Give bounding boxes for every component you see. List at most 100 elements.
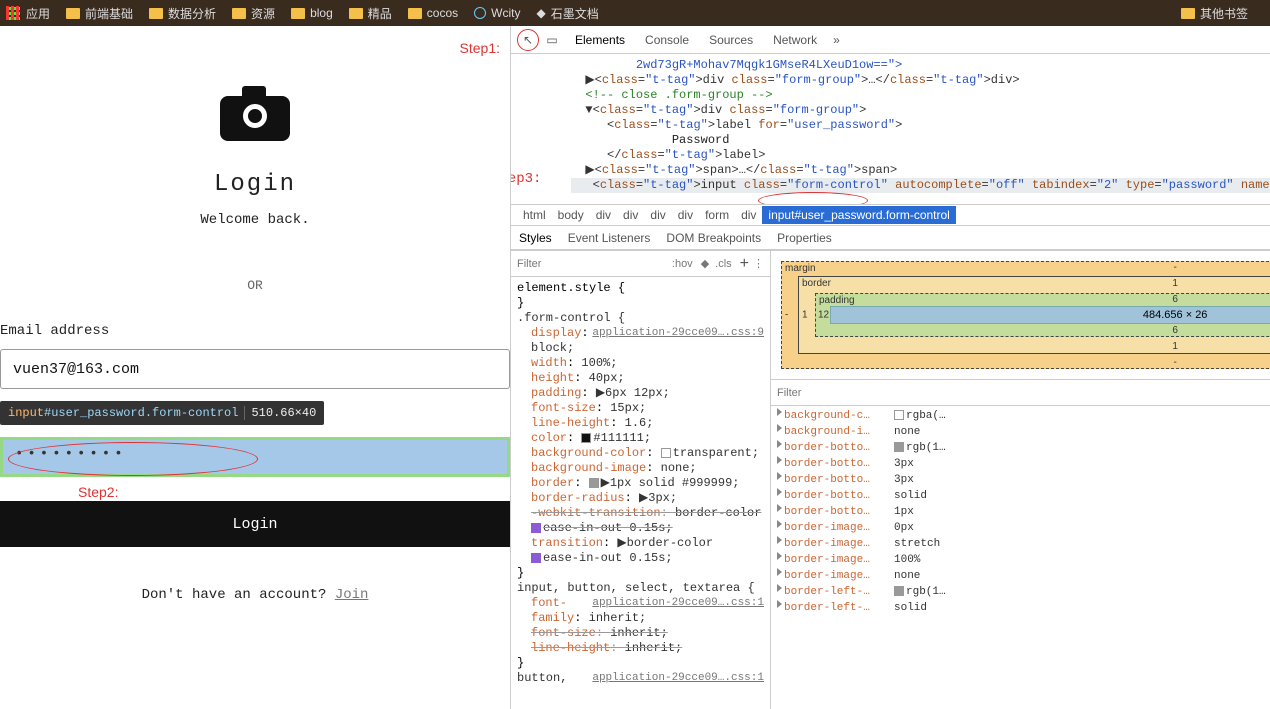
dom-node[interactable]: ▶<class="t-tag">span>…</class="t-tag">sp… <box>571 163 1270 178</box>
css-property[interactable]: -webkit-transition: border-color <box>517 506 764 521</box>
breadcrumb-item[interactable]: div <box>644 206 671 224</box>
other-bookmarks[interactable]: 其他书签 <box>1181 5 1248 22</box>
bookmark-item[interactable]: 前端基础 <box>66 5 133 22</box>
signup-line: Don't have an account? Join <box>0 587 510 603</box>
computed-property[interactable]: border-image…stretch <box>777 536 1270 552</box>
dom-node[interactable]: <!-- close .form-group --> <box>571 88 1270 103</box>
css-property[interactable]: ease-in-out 0.15s; <box>517 551 764 566</box>
dom-node[interactable]: ▶<class="t-tag">div class="form-group">…… <box>571 73 1270 88</box>
css-property[interactable]: font-size: 15px; <box>517 401 764 416</box>
dom-node-selected[interactable]: <class="t-tag">input class="form-control… <box>571 178 1270 193</box>
dom-node[interactable]: Password <box>571 133 1270 148</box>
folder-icon <box>232 8 246 19</box>
dom-node[interactable]: 2wd73gR+Mohav7Mqgk1GMseR4LXeuD1ow=="> <box>571 58 1270 73</box>
css-property[interactable]: ease-in-out 0.15s; <box>517 521 764 536</box>
css-property[interactable]: padding: ▶6px 12px; <box>517 386 764 401</box>
computed-property[interactable]: border-left-…rgb(1… <box>777 584 1270 600</box>
folder-icon <box>408 8 422 19</box>
step3-label: Step3: <box>511 172 541 187</box>
computed-property[interactable]: border-image…none <box>777 568 1270 584</box>
dom-node[interactable]: <class="t-tag">label for="user_password"… <box>571 118 1270 133</box>
login-button[interactable]: Login <box>0 501 510 547</box>
computed-filter[interactable]: Filter <box>777 387 801 399</box>
breadcrumb-item[interactable]: input#user_password.form-control <box>762 206 955 224</box>
computed-list[interactable]: background-c…rgba(…background-i…nonebord… <box>771 406 1270 709</box>
css-property[interactable]: background-color: transparent; <box>517 446 764 461</box>
login-title: Login <box>0 171 510 198</box>
join-link[interactable]: Join <box>335 587 369 603</box>
devtools-tab-elements[interactable]: Elements <box>565 33 635 47</box>
styles-filter[interactable]: Filter <box>517 258 541 270</box>
breadcrumb-item[interactable]: html <box>517 206 552 224</box>
computed-property[interactable]: border-botto…solid <box>777 488 1270 504</box>
styles-tab-event-listeners[interactable]: Event Listeners <box>560 231 659 245</box>
new-rule-icon[interactable]: + <box>740 255 749 273</box>
folder-icon <box>349 8 363 19</box>
box-model: margin - - - - border 1 1 1 1 padding <box>771 251 1270 380</box>
bookmark-item[interactable]: 精品 <box>349 5 392 22</box>
breadcrumb-item[interactable]: form <box>699 206 735 224</box>
folder-icon <box>149 8 163 19</box>
computed-property[interactable]: border-botto…1px <box>777 504 1270 520</box>
computed-property[interactable]: border-left-…solid <box>777 600 1270 616</box>
bookmark-item[interactable]: ◆石墨文档 <box>536 5 598 22</box>
styles-tab-dom-breakpoints[interactable]: DOM Breakpoints <box>658 231 769 245</box>
computed-property[interactable]: border-botto…rgb(1… <box>777 440 1270 456</box>
bookmark-item[interactable]: Wcity <box>474 5 520 22</box>
dom-node[interactable]: </class="t-tag">label> <box>571 148 1270 163</box>
inspect-icon[interactable]: ↖ <box>517 29 539 51</box>
css-property[interactable]: transition: ▶border-color <box>517 536 764 551</box>
breadcrumb[interactable]: htmlbodydivdivdivdivformdivinput#user_pa… <box>511 204 1270 226</box>
folder-icon <box>291 8 305 19</box>
cls-toggle[interactable]: .cls <box>715 258 732 270</box>
bookmark-item[interactable]: cocos <box>408 5 458 22</box>
styles-tab-styles[interactable]: Styles <box>511 231 560 245</box>
computed-property[interactable]: border-botto…3px <box>777 456 1270 472</box>
bookmark-item[interactable]: 数据分析 <box>149 5 216 22</box>
step2-label: Step2: <box>78 484 118 500</box>
css-property[interactable]: height: 40px; <box>517 371 764 386</box>
more-icon[interactable]: ⋮ <box>753 257 764 270</box>
breadcrumb-item[interactable]: div <box>672 206 699 224</box>
styles-rules[interactable]: element.style {}.form-control {applicati… <box>511 277 770 709</box>
breadcrumb-item[interactable]: div <box>617 206 644 224</box>
devtools-tab-console[interactable]: Console <box>635 33 699 47</box>
devtools-tab-sources[interactable]: Sources <box>699 33 763 47</box>
apps-button[interactable]: 应用 <box>6 5 50 22</box>
bookmark-item[interactable]: 资源 <box>232 5 275 22</box>
css-property[interactable]: border: ▶1px solid #999999; <box>517 476 764 491</box>
breadcrumb-item[interactable]: div <box>735 206 762 224</box>
css-property[interactable]: background-image: none; <box>517 461 764 476</box>
css-property[interactable]: color: #111111; <box>517 431 764 446</box>
breadcrumb-item[interactable]: div <box>590 206 617 224</box>
css-property[interactable]: border-radius: ▶3px; <box>517 491 764 506</box>
styles-tab-properties[interactable]: Properties <box>769 231 840 245</box>
computed-property[interactable]: background-i…none <box>777 424 1270 440</box>
bookmarks-bar: 应用 前端基础数据分析资源 blog 精品 cocos Wcity ◆石墨文档 其他书签 <box>0 0 1270 26</box>
styles-filter-row: Filter :hov ◆ .cls + ⋮ <box>511 251 770 277</box>
elements-tree[interactable]: Step3: 2wd73gR+Mohav7Mqgk1GMseR4LXeuD1ow… <box>511 54 1270 204</box>
computed-property[interactable]: border-image…100% <box>777 552 1270 568</box>
css-property[interactable]: width: 100%; <box>517 356 764 371</box>
computed-property[interactable]: border-image…0px <box>777 520 1270 536</box>
css-property[interactable]: line-height: inherit; <box>517 641 764 656</box>
computed-property[interactable]: background-c…rgba(… <box>777 408 1270 424</box>
dom-node[interactable]: ▼<class="t-tag">div class="form-group"> <box>571 103 1270 118</box>
globe-icon <box>474 7 486 19</box>
computed-property[interactable]: border-botto…3px <box>777 472 1270 488</box>
hov-toggle[interactable]: :hov <box>672 258 693 270</box>
devtools-tab-network[interactable]: Network <box>763 33 827 47</box>
computed-filter-row: Filter Show all <box>771 380 1270 406</box>
more-tabs-icon[interactable]: » <box>827 33 846 47</box>
css-property[interactable]: font-size: inherit; <box>517 626 764 641</box>
email-input[interactable] <box>0 349 510 389</box>
doc-icon: ◆ <box>536 6 545 20</box>
device-toggle-icon[interactable]: ▭ <box>541 29 563 51</box>
password-input[interactable]: ••••••••• <box>0 437 510 477</box>
folder-icon <box>66 8 80 19</box>
breadcrumb-item[interactable]: body <box>552 206 590 224</box>
bookmark-item[interactable]: blog <box>291 5 333 22</box>
css-property[interactable]: line-height: 1.6; <box>517 416 764 431</box>
page-preview: Step1: Step2: Login Welcome back. OR Ema… <box>0 26 510 709</box>
camera-icon <box>220 86 290 141</box>
